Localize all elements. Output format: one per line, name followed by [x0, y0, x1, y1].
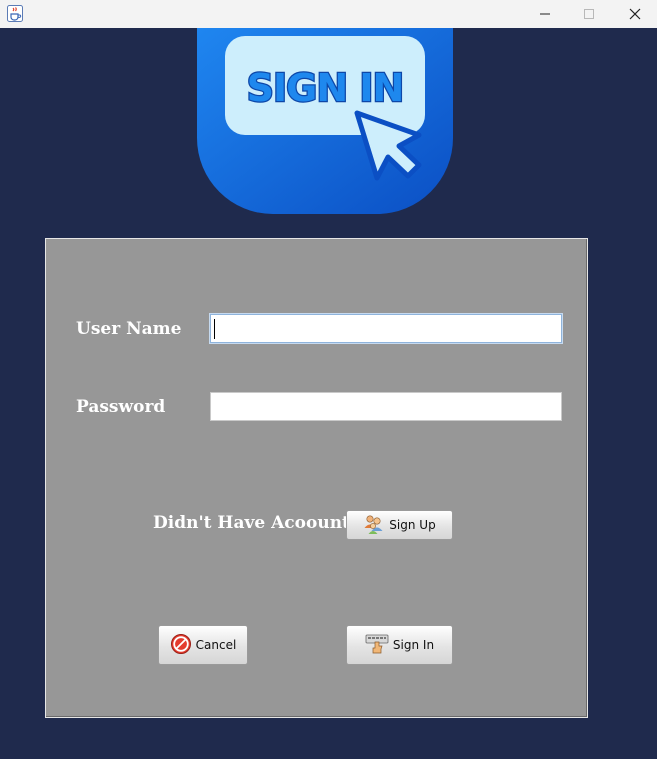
password-label: Password [76, 397, 166, 417]
app-window: SIGN IN User Name Password Didn't Have A… [0, 0, 657, 759]
maximize-icon [583, 5, 595, 24]
keyboard-hand-icon [365, 633, 389, 658]
sign-up-label: Sign Up [389, 518, 436, 532]
password-field[interactable] [210, 392, 562, 421]
close-icon [629, 5, 641, 24]
sign-in-logo: SIGN IN [197, 28, 453, 214]
no-entry-icon [170, 633, 192, 658]
java-cup-icon [7, 5, 23, 22]
cancel-label: Cancel [195, 638, 237, 652]
minimize-button[interactable] [522, 0, 568, 28]
sign-in-label: Sign In [392, 638, 435, 652]
username-field[interactable] [210, 314, 562, 343]
logo-text: SIGN IN [247, 66, 404, 110]
users-icon [363, 513, 385, 538]
text-caret [214, 319, 215, 339]
sign-in-button[interactable]: Sign In [346, 625, 453, 665]
cancel-button[interactable]: Cancel [158, 625, 248, 665]
close-button[interactable] [612, 0, 657, 28]
no-account-text: Didn't Have Acoount [153, 513, 350, 533]
minimize-icon [539, 5, 551, 24]
maximize-button[interactable] [566, 0, 612, 28]
username-label: User Name [76, 319, 182, 339]
title-bar [0, 0, 657, 28]
login-panel: User Name Password Didn't Have Acoount S… [45, 238, 588, 718]
sign-up-button[interactable]: Sign Up [346, 510, 453, 540]
